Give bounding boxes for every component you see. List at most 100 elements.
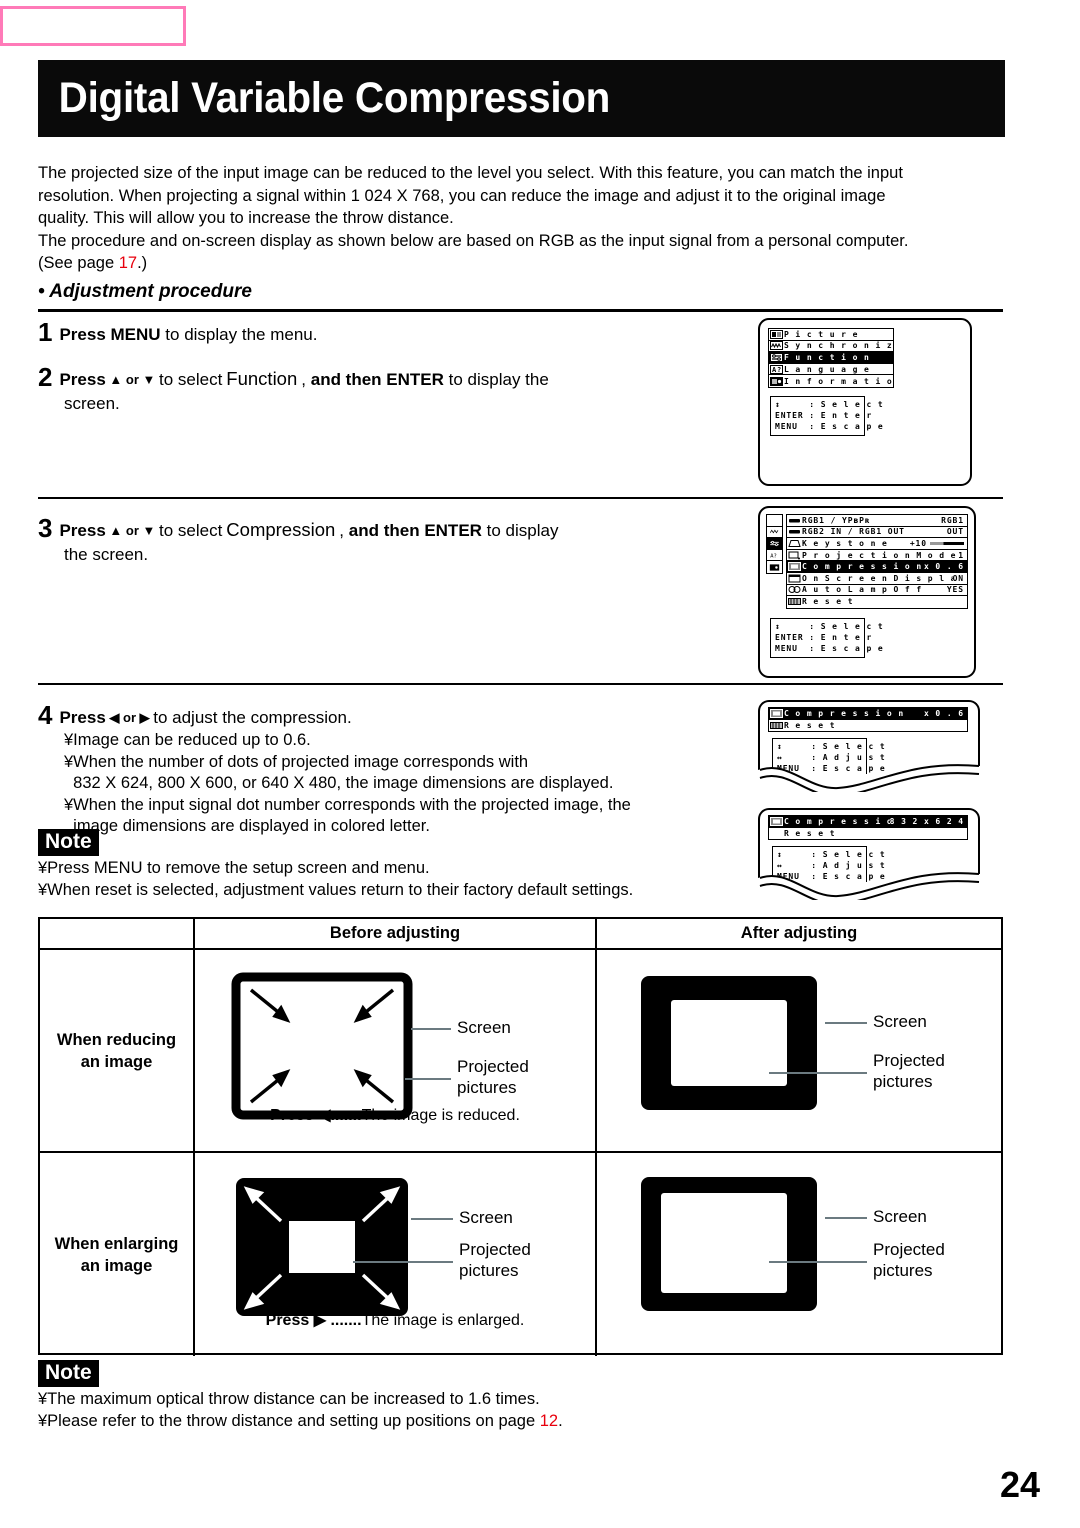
information-icon-tab[interactable] xyxy=(767,561,782,573)
osd-item-on-screen-display[interactable]: O n S c r e e n D i s p l a y ON xyxy=(787,572,967,585)
intro-line-1: The projected size of the input image ca… xyxy=(38,164,903,182)
note-badge: Note xyxy=(38,829,99,856)
step-1: 1 Press MENU to display the menu. xyxy=(38,317,738,347)
rgb2-icon xyxy=(789,530,800,534)
osd-item-label: A u t o L a m p O f f xyxy=(802,585,923,595)
see-page-prefix: (See page xyxy=(38,254,119,272)
on-screen-display-icon xyxy=(788,574,801,583)
up-down-arrow-icon: ▲ or ▼ xyxy=(105,523,159,538)
step-3-comma: , xyxy=(339,521,345,540)
information-icon xyxy=(769,564,780,571)
divider-rule-1 xyxy=(38,309,1003,312)
note-2-line-2-pre: ¥Please refer to the throw distance and … xyxy=(38,1412,540,1430)
rgb1-icon xyxy=(789,518,800,523)
caption-rest: The image is reduced. xyxy=(361,1107,520,1124)
page-reference-12[interactable]: 12 xyxy=(540,1412,558,1430)
label-projected-pictures: Projected pictures xyxy=(459,1239,531,1281)
osd-item-label: O n S c r e e n D i s p l a y xyxy=(802,573,953,583)
row-label-reducing: When reducing an image xyxy=(40,950,195,1151)
label-projected-pictures: Projected pictures xyxy=(873,1239,945,1281)
label-projected-line-1: Projected xyxy=(457,1057,529,1076)
osd-item-label: P r o j e c t i o n M o d e xyxy=(802,550,957,560)
step-1-number: 1 xyxy=(38,317,53,347)
step-2-bold-enter: and then ENTER xyxy=(310,370,444,389)
step-2-mid: to select xyxy=(158,370,223,389)
table-header-corner xyxy=(40,919,195,948)
osd-item-value: YES xyxy=(946,585,964,595)
row-label-enlarging: When enlarging an image xyxy=(40,1153,195,1356)
reset-icon xyxy=(788,598,801,606)
osd-item-information[interactable]: I n f o r m a t i o n xyxy=(769,375,893,387)
osd-item-keystone[interactable]: K e y s t o n e +10 xyxy=(787,538,967,550)
lead-line-screen xyxy=(411,1218,453,1220)
osd-item-label: F u n c t i o n xyxy=(784,352,870,362)
caption-dots: ....... xyxy=(330,1312,362,1329)
osd-item-rgb1-ypbpr[interactable]: RGB1 / YPʙPʀ RGB1 xyxy=(787,515,967,527)
keystone-icon xyxy=(788,539,801,547)
torn-edge-decoration xyxy=(758,764,980,792)
osd-help-select: ↕ : S e l e c t xyxy=(775,400,884,409)
table-row: When enlarging an image Screen Projected xyxy=(40,1153,1001,1356)
osd-function-menu-help: ↕ : S e l e c t ENTER : E n t e r MENU :… xyxy=(770,618,884,658)
diagram-reduce-after xyxy=(641,976,817,1110)
lead-line-screen xyxy=(411,1028,451,1030)
diagram-reduce-before xyxy=(231,972,413,1120)
step-4-bullet-2: ¥When the number of dots of projected im… xyxy=(64,752,529,771)
label-projected-pictures: Projected pictures xyxy=(873,1050,945,1092)
picture-icon-tab[interactable] xyxy=(767,515,782,527)
function-icon-tab[interactable] xyxy=(767,538,782,550)
diagram-enlarge-after xyxy=(641,1177,817,1311)
osd-item-picture[interactable]: P i c t u r e xyxy=(769,329,893,341)
keystone-slider[interactable] xyxy=(930,541,964,545)
step-4-bullet-1: ¥Image can be reduced up to 0.6. xyxy=(64,731,311,749)
osd-item-synchronization[interactable]: S y n c h r o n i z a t i o n xyxy=(769,340,893,353)
information-icon xyxy=(770,376,783,386)
step-1-bold: Press MENU xyxy=(59,325,161,344)
osd-item-label: L a n g u a g e xyxy=(784,364,870,374)
osd-help-escape: MENU : E s c a p e xyxy=(775,644,884,653)
osd-item-label: K e y s t o n e xyxy=(802,538,888,548)
note-2-line-1: ¥The maximum optical throw distance can … xyxy=(38,1390,540,1408)
osd-help-select: ↕ : S e l e c t xyxy=(775,622,884,631)
osd-function-menu-list: RGB1 / YPʙPʀ RGB1 RGB2 IN / RGB1 OUT OUT… xyxy=(786,514,968,609)
step-1-rest: to display the menu. xyxy=(160,325,318,344)
osd-item-function[interactable]: F u n c t i o n xyxy=(769,352,893,364)
table-header-after: After adjusting xyxy=(740,924,858,942)
picture-icon xyxy=(769,516,780,524)
caption-press-bold: Press ▶ xyxy=(265,1312,326,1329)
torn-edge-decoration xyxy=(758,872,980,900)
sync-icon-tab[interactable] xyxy=(767,527,782,539)
caption-press-bold: Press ◀ xyxy=(270,1107,331,1124)
intro-text: The projected size of the input image ca… xyxy=(38,162,1003,275)
osd-compression-panel-2: C o m p r e s s i o n 8 3 2 x 6 2 4 R e … xyxy=(758,808,980,900)
step-4: 4 Press ◀ or ▶ to adjust the compression.… xyxy=(38,702,738,838)
osd-item-value: RGB1 xyxy=(941,515,964,525)
osd-help-enter: ENTER : E n t e r xyxy=(775,633,873,642)
svg-text:A?: A? xyxy=(770,553,777,559)
language-icon-tab[interactable]: A? xyxy=(767,550,782,562)
lead-line-screen xyxy=(825,1217,867,1219)
label-projected-line-2: pictures xyxy=(457,1078,517,1097)
step-2-rest: to display the xyxy=(443,370,549,389)
step-2-continuation: screen. xyxy=(64,394,120,413)
label-projected-pictures: Projected pictures xyxy=(457,1056,529,1098)
page-reference-17[interactable]: 17 xyxy=(119,254,137,272)
step-2-bold-press: Press xyxy=(59,370,106,389)
osd-item-language[interactable]: A? L a n g u a g e xyxy=(769,363,893,376)
osd-item-compression[interactable]: C o m p r e s s i o n x 0 . 6 xyxy=(787,561,967,573)
intro-line-3: quality. This will allow you to increase… xyxy=(38,209,454,227)
lead-line-projected xyxy=(405,1078,451,1080)
label-projected-line-2: pictures xyxy=(459,1261,519,1280)
osd-item-reset[interactable]: R e s e t xyxy=(787,596,967,608)
label-screen: Screen xyxy=(873,1207,927,1226)
projection-mode-icon xyxy=(788,551,800,560)
osd-item-rgb2-in-rgb1-out[interactable]: RGB2 IN / RGB1 OUT OUT xyxy=(787,526,967,539)
osd-item-projection-mode[interactable]: P r o j e c t i o n M o d e 1 xyxy=(787,549,967,562)
divider-rule-2 xyxy=(38,497,1003,499)
osd-item-auto-lamp-off[interactable]: A u t o L a m p O f f YES xyxy=(787,584,967,597)
section-heading: • Adjustment procedure xyxy=(38,281,252,302)
osd-help-enter: ENTER : E n t e r xyxy=(775,411,873,420)
label-projected-line-1: Projected xyxy=(459,1240,531,1259)
svg-text:?: ? xyxy=(777,366,782,374)
osd-item-label: S y n c h r o n i z a t i o n xyxy=(784,341,893,351)
